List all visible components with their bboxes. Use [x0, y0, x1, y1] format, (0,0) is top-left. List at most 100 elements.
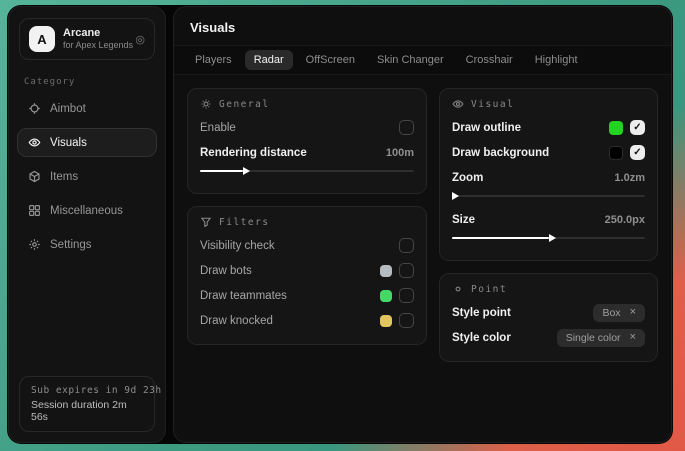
teammates-color-swatch[interactable]: [380, 290, 392, 302]
filters-panel: Filters Visibility check Draw bots: [187, 206, 427, 345]
size-value: 250.0px: [605, 214, 645, 226]
app-subtitle: for Apex Legends: [63, 40, 127, 51]
panel-title: General: [219, 99, 270, 110]
panel-title: Visual: [471, 99, 514, 110]
sub-expires-text: Sub expires in 9d 23h: [31, 385, 143, 396]
tab-players[interactable]: Players: [186, 50, 241, 70]
draw-teammates-checkbox[interactable]: [399, 288, 414, 303]
panel-title: Point: [471, 284, 507, 295]
close-icon[interactable]: ×: [630, 332, 636, 343]
point-panel: Point Style point Box × Style color: [439, 273, 658, 362]
sidebar-nav: Aimbot Visuals Items: [9, 94, 165, 264]
panel-title: Filters: [219, 217, 270, 228]
style-point-label: Style point: [452, 307, 511, 319]
sidebar-item-label: Miscellaneous: [50, 205, 123, 217]
draw-background-label: Draw background: [452, 147, 549, 159]
draw-outline-label: Draw outline: [452, 122, 521, 134]
zoom-value: 1.0zm: [614, 172, 645, 184]
visual-panel: Visual Draw outline ✓: [439, 88, 658, 261]
tab-highlight[interactable]: Highlight: [526, 50, 587, 70]
visibility-check-label: Visibility check: [200, 240, 275, 252]
zoom-row: Zoom 1.0zm: [452, 165, 645, 190]
draw-background-checkbox[interactable]: ✓: [630, 145, 645, 160]
draw-bots-row: Draw bots: [200, 258, 414, 283]
enable-checkbox[interactable]: [399, 120, 414, 135]
main-header: Visuals: [174, 7, 671, 45]
style-point-chip[interactable]: Box ×: [593, 304, 645, 322]
desktop-background: A Arcane for Apex Legends ◎ Category Aim…: [0, 0, 685, 451]
zoom-label: Zoom: [452, 172, 483, 184]
page-title: Visuals: [190, 20, 655, 35]
size-row: Size 250.0px: [452, 207, 645, 232]
draw-knocked-row: Draw knocked: [200, 308, 414, 333]
draw-background-row: Draw background ✓: [452, 140, 645, 165]
tabs-bar: Players Radar OffScreen Skin Changer Cro…: [174, 45, 671, 75]
rendering-distance-row: Rendering distance 100m: [200, 140, 414, 165]
slider-thumb[interactable]: [243, 167, 250, 175]
visibility-check-row: Visibility check: [200, 233, 414, 258]
tab-skin-changer[interactable]: Skin Changer: [368, 50, 453, 70]
brand-header: A Arcane for Apex Legends ◎: [19, 18, 155, 60]
session-duration-text: Session duration 2m 56s: [31, 399, 143, 423]
chip-label: Single color: [566, 332, 621, 344]
knocked-color-swatch[interactable]: [380, 315, 392, 327]
enable-label: Enable: [200, 122, 236, 134]
background-color-swatch[interactable]: [609, 146, 623, 160]
sidebar-item-visuals[interactable]: Visuals: [17, 128, 157, 157]
gear-icon: [27, 238, 41, 252]
draw-knocked-label: Draw knocked: [200, 315, 273, 327]
session-info-box: Sub expires in 9d 23h Session duration 2…: [19, 376, 155, 432]
size-slider[interactable]: [452, 233, 645, 242]
general-panel: General Enable Rendering distance 100m: [187, 88, 427, 194]
draw-outline-row: Draw outline ✓: [452, 115, 645, 140]
sidebar: A Arcane for Apex Legends ◎ Category Aim…: [8, 6, 166, 443]
size-label: Size: [452, 214, 475, 226]
sidebar-item-aimbot[interactable]: Aimbot: [17, 94, 157, 123]
draw-outline-checkbox[interactable]: ✓: [630, 120, 645, 135]
sidebar-item-miscellaneous[interactable]: Miscellaneous: [17, 196, 157, 225]
slider-thumb[interactable]: [549, 234, 556, 242]
style-color-chip[interactable]: Single color ×: [557, 329, 645, 347]
rendering-distance-slider[interactable]: [200, 166, 414, 175]
check-icon: ✓: [633, 148, 641, 158]
app-logo: A: [29, 26, 55, 52]
grid-icon: [27, 204, 41, 218]
sidebar-item-label: Visuals: [50, 137, 87, 149]
cube-icon: [27, 170, 41, 184]
chip-label: Box: [602, 307, 620, 319]
sidebar-item-label: Items: [50, 171, 78, 183]
zoom-slider[interactable]: [452, 191, 645, 200]
tab-crosshair[interactable]: Crosshair: [457, 50, 522, 70]
sidebar-item-settings[interactable]: Settings: [17, 230, 157, 259]
style-point-row: Style point Box ×: [452, 300, 645, 325]
main-panel: Visuals Players Radar OffScreen Skin Cha…: [173, 6, 672, 443]
style-color-row: Style color Single color ×: [452, 325, 645, 350]
rendering-distance-value: 100m: [386, 147, 414, 159]
target-icon[interactable]: ◎: [135, 33, 145, 46]
tab-radar[interactable]: Radar: [245, 50, 293, 70]
sidebar-item-label: Settings: [50, 239, 92, 251]
app-window: A Arcane for Apex Legends ◎ Category Aim…: [7, 5, 673, 444]
draw-knocked-checkbox[interactable]: [399, 313, 414, 328]
close-icon[interactable]: ×: [630, 307, 636, 318]
rendering-distance-label: Rendering distance: [200, 147, 307, 159]
visibility-check-checkbox[interactable]: [399, 238, 414, 253]
content-area: General Enable Rendering distance 100m: [174, 75, 671, 442]
category-label: Category: [24, 77, 150, 87]
bots-color-swatch[interactable]: [380, 265, 392, 277]
sidebar-item-items[interactable]: Items: [17, 162, 157, 191]
enable-row: Enable: [200, 115, 414, 140]
dot-icon: [452, 283, 464, 295]
outline-color-swatch[interactable]: [609, 121, 623, 135]
sidebar-item-label: Aimbot: [50, 103, 86, 115]
draw-bots-checkbox[interactable]: [399, 263, 414, 278]
crosshair-icon: [27, 102, 41, 116]
eye-icon: [452, 98, 464, 110]
draw-bots-label: Draw bots: [200, 265, 252, 277]
funnel-icon: [200, 216, 212, 228]
draw-teammates-label: Draw teammates: [200, 290, 287, 302]
sun-icon: [200, 98, 212, 110]
slider-thumb[interactable]: [452, 192, 459, 200]
check-icon: ✓: [633, 123, 641, 133]
tab-offscreen[interactable]: OffScreen: [297, 50, 364, 70]
